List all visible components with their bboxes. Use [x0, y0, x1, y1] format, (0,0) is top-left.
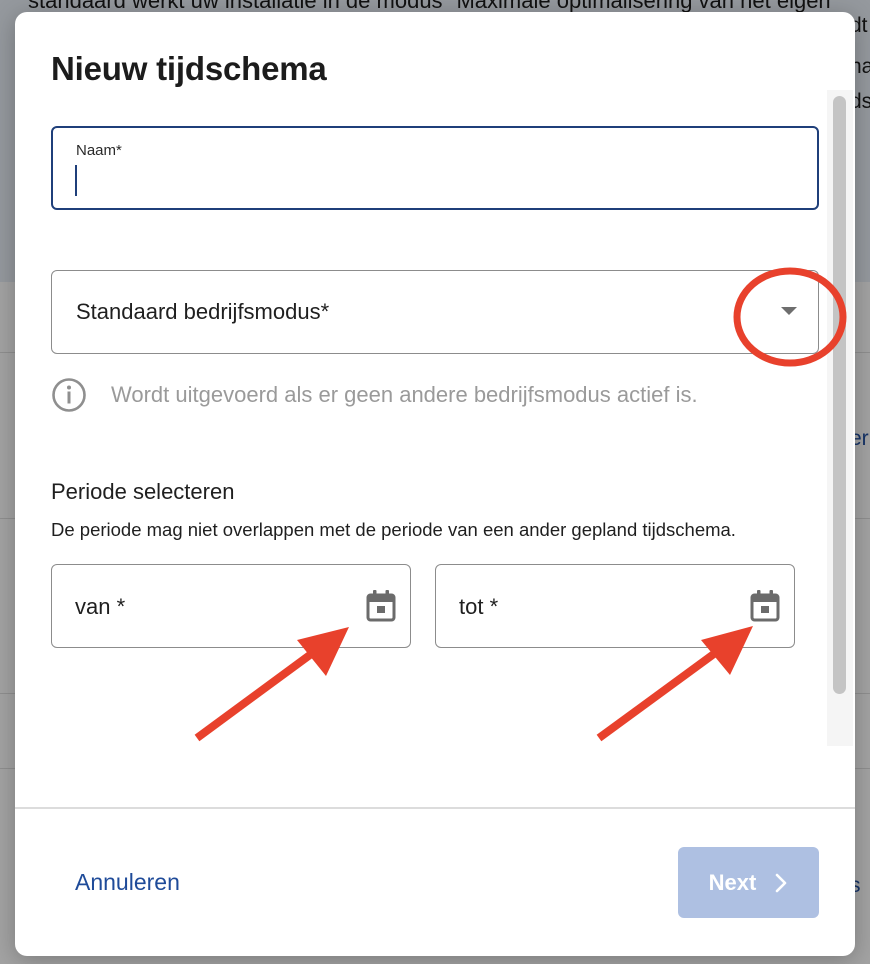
info-icon: [52, 378, 86, 412]
scrollbar-thumb[interactable]: [833, 96, 846, 694]
period-description: De periode mag niet overlappen met de pe…: [51, 519, 736, 540]
new-schedule-dialog: Nieuw tijdschema Naam* Standaard bedrijf…: [15, 12, 855, 956]
dialog-title: Nieuw tijdschema: [51, 50, 327, 87]
cancel-button[interactable]: Annuleren: [75, 869, 180, 896]
next-button-label: Next: [708, 869, 757, 895]
text-caret: [75, 165, 77, 196]
date-from-label: van *: [75, 594, 126, 619]
operating-mode-value: Standaard bedrijfsmodus*: [76, 299, 330, 324]
calendar-icon[interactable]: [365, 589, 397, 623]
date-to-field[interactable]: tot *: [435, 564, 795, 648]
name-field-label: Naam*: [76, 142, 122, 159]
operating-mode-select[interactable]: Standaard bedrijfsmodus*: [51, 270, 819, 354]
name-field[interactable]: Naam*: [51, 126, 819, 210]
chevron-right-icon: [776, 873, 787, 892]
date-from-field[interactable]: van *: [51, 564, 411, 648]
period-heading: Periode selecteren: [51, 479, 235, 504]
chevron-down-icon[interactable]: [781, 307, 797, 315]
helper-text: Wordt uitgevoerd als er geen andere bedr…: [111, 382, 698, 407]
scrollbar[interactable]: [827, 90, 853, 746]
calendar-icon[interactable]: [749, 589, 781, 623]
date-to-label: tot *: [459, 594, 499, 619]
next-button[interactable]: Next: [678, 847, 819, 918]
footer-divider: [15, 807, 855, 809]
